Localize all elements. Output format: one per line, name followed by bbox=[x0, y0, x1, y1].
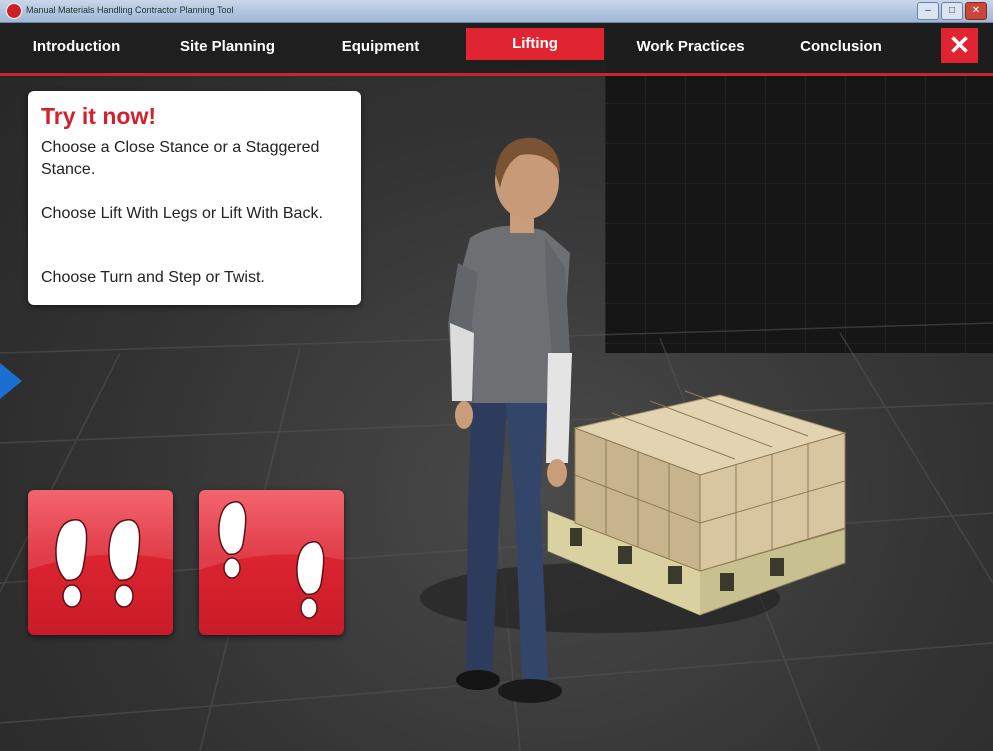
close-stance-feet-icon bbox=[28, 490, 173, 608]
panel-heading: Try it now! bbox=[41, 103, 156, 129]
tab-conclusion[interactable]: Conclusion bbox=[782, 37, 900, 69]
window-titlebar: Manual Materials Handling Contractor Pla… bbox=[0, 0, 993, 23]
tab-introduction[interactable]: Introduction bbox=[14, 37, 139, 69]
tab-work-practices[interactable]: Work Practices bbox=[618, 37, 763, 69]
game-stage: Introduction Site Planning Equipment Lif… bbox=[0, 23, 993, 751]
instruction-lift: Choose Lift With Legs or Lift With Back. bbox=[41, 205, 323, 222]
tab-site-planning[interactable]: Site Planning bbox=[160, 37, 295, 69]
instruction-turn: Choose Turn and Step or Twist. bbox=[41, 269, 265, 286]
close-stance-button[interactable] bbox=[28, 490, 173, 635]
close-button[interactable]: ✕ bbox=[941, 28, 978, 63]
minimize-button[interactable]: – bbox=[917, 2, 939, 20]
instruction-stance: Choose a Close Stance or a Staggered Sta… bbox=[41, 139, 320, 178]
staggered-stance-button[interactable] bbox=[199, 490, 344, 635]
window-controls: – □ ✕ bbox=[917, 2, 987, 20]
pointer-arrow bbox=[0, 363, 22, 399]
tab-lifting[interactable]: Lifting bbox=[466, 28, 604, 60]
staggered-stance-feet-icon bbox=[199, 490, 344, 619]
app-icon bbox=[6, 3, 22, 19]
tab-equipment[interactable]: Equipment bbox=[318, 37, 443, 69]
window-close-button[interactable]: ✕ bbox=[965, 2, 987, 20]
top-navigation: Introduction Site Planning Equipment Lif… bbox=[0, 23, 993, 76]
window-title: Manual Materials Handling Contractor Pla… bbox=[26, 5, 234, 15]
instruction-panel: Try it now! Choose a Close Stance or a S… bbox=[28, 91, 361, 305]
maximize-button[interactable]: □ bbox=[941, 2, 963, 20]
